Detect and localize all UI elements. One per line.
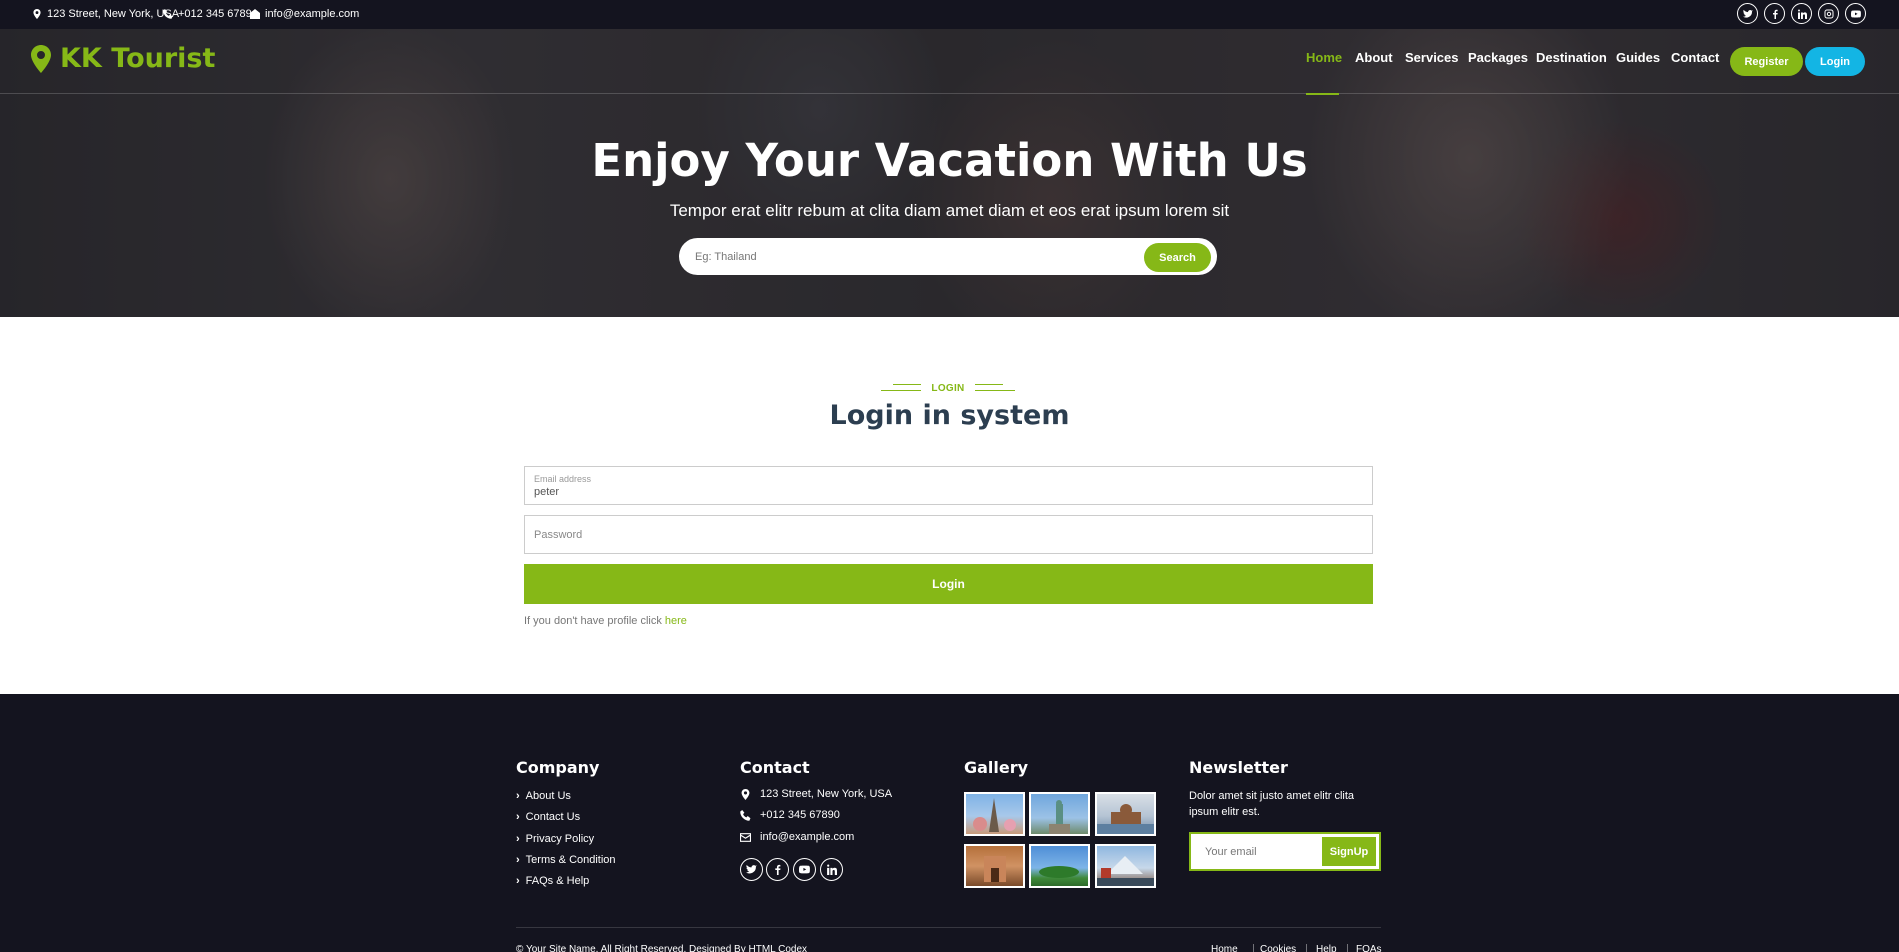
footer-bottom-separator <box>1253 944 1254 952</box>
footer-bottom-separator <box>1306 944 1307 952</box>
gallery-thumb-liberty[interactable] <box>1029 792 1090 836</box>
gallery-thumb-taj[interactable] <box>1095 792 1156 836</box>
map-marker-icon <box>741 788 750 800</box>
brand-logo[interactable]: KK Tourist <box>30 43 215 74</box>
login-title: Login in system <box>829 400 1070 431</box>
top-bar: 123 Street, New York, USA +012 345 6789 … <box>0 0 1899 29</box>
chevron-right-icon: › <box>516 811 520 823</box>
footer-link-privacy[interactable]: › Privacy Policy <box>516 833 594 845</box>
navbar-divider <box>0 93 1899 94</box>
envelope-icon <box>740 832 751 842</box>
hero-subtitle: Tempor erat elitr rebum at clita diam am… <box>669 201 1230 220</box>
password-field[interactable]: Password <box>524 515 1373 554</box>
footer-link-contact[interactable]: › Contact Us <box>516 811 580 823</box>
section-tag: LOGIN <box>880 381 1016 395</box>
destination-search-input[interactable] <box>695 246 1095 268</box>
email-field-label: Email address <box>534 474 592 484</box>
hero-banner: KK Tourist Home About Services Packages … <box>0 29 1899 317</box>
hero-title: Enjoy Your Vacation With Us <box>591 134 1308 187</box>
youtube-icon[interactable] <box>1845 3 1866 24</box>
hero-search-bar: Search <box>679 238 1217 275</box>
footer-address: 123 Street, New York, USA <box>740 788 892 800</box>
newsletter-email-input[interactable] <box>1205 843 1315 861</box>
map-marker-icon <box>33 9 41 19</box>
email-field-value: peter <box>534 486 560 498</box>
footer-link-about[interactable]: › About Us <box>516 790 571 802</box>
footer-email: info@example.com <box>740 831 854 843</box>
footer-bottom-home[interactable]: Home <box>1211 944 1238 952</box>
signup-link[interactable]: here <box>665 615 687 627</box>
chevron-right-icon: › <box>516 790 520 802</box>
facebook-icon[interactable] <box>1764 3 1785 24</box>
footer-bottom-faqs[interactable]: FQAs <box>1356 944 1382 952</box>
footer-bottom-help[interactable]: Help <box>1316 944 1337 952</box>
instagram-icon[interactable] <box>1818 3 1839 24</box>
nav-home[interactable]: Home <box>1306 50 1342 65</box>
footer-phone: +012 345 67890 <box>740 809 840 821</box>
footer-contact-title: Contact <box>740 758 810 777</box>
nav-services[interactable]: Services <box>1405 50 1459 65</box>
topbar-phone: +012 345 6789 <box>163 8 252 20</box>
nav-packages[interactable]: Packages <box>1468 50 1528 65</box>
search-button[interactable]: Search <box>1144 243 1211 272</box>
facebook-icon[interactable] <box>766 858 789 881</box>
email-field[interactable]: Email address peter <box>524 466 1373 505</box>
gallery-thumb-island[interactable] <box>1029 844 1090 888</box>
footer-gallery-title: Gallery <box>964 758 1029 777</box>
page: 123 Street, New York, USA +012 345 6789 … <box>0 0 1899 952</box>
chevron-right-icon: › <box>516 875 520 887</box>
nav-guides[interactable]: Guides <box>1616 50 1660 65</box>
login-nav-button[interactable]: Login <box>1805 47 1865 76</box>
footer-bottom-cookies[interactable]: Cookies <box>1260 944 1296 952</box>
linkedin-icon[interactable] <box>820 858 843 881</box>
footer: Company › About Us › Contact Us › Privacy P… <box>0 694 1899 952</box>
twitter-icon[interactable] <box>740 858 763 881</box>
footer-divider <box>516 927 1381 928</box>
youtube-icon[interactable] <box>793 858 816 881</box>
topbar-address: 123 Street, New York, USA <box>32 8 179 20</box>
gallery-thumb-fuji[interactable] <box>1095 844 1156 888</box>
chevron-right-icon: › <box>516 833 520 845</box>
chevron-right-icon: › <box>516 854 520 866</box>
login-submit-button[interactable]: Login <box>524 564 1373 604</box>
map-marker-icon <box>31 44 51 73</box>
envelope-open-icon <box>250 9 260 19</box>
decor-lines-right <box>974 384 1015 392</box>
nav-about[interactable]: About <box>1355 50 1393 65</box>
signup-hint-text: If you don't have profile click <box>524 615 665 627</box>
nav-destination[interactable]: Destination <box>1536 50 1607 65</box>
gallery-thumb-paris[interactable] <box>964 792 1025 836</box>
footer-link-faqs[interactable]: › FAQs & Help <box>516 875 589 887</box>
register-button[interactable]: Register <box>1730 47 1803 76</box>
gallery-thumb-petra[interactable] <box>964 844 1025 888</box>
footer-bottom-separator <box>1347 944 1348 952</box>
newsletter-signup-button[interactable]: SignUp <box>1322 837 1376 866</box>
password-field-placeholder: Password <box>534 529 583 541</box>
phone-icon <box>163 9 173 19</box>
phone-icon <box>740 809 751 821</box>
nav-active-indicator <box>1306 93 1339 95</box>
section-tag-label: LOGIN <box>931 382 965 394</box>
nav-contact[interactable]: Contact <box>1671 50 1719 65</box>
newsletter-form: SignUp <box>1189 832 1381 871</box>
footer-link-terms[interactable]: › Terms & Condition <box>516 854 616 866</box>
topbar-email: info@example.com <box>250 8 359 20</box>
signup-hint: If you don't have profile click here <box>524 615 687 627</box>
decor-lines-left <box>881 384 922 392</box>
brand-name: KK Tourist <box>60 43 216 74</box>
footer-newsletter-title: Newsletter <box>1189 758 1288 777</box>
linkedin-icon[interactable] <box>1791 3 1812 24</box>
twitter-icon[interactable] <box>1737 3 1758 24</box>
footer-company-title: Company <box>516 758 600 777</box>
newsletter-description: Dolor amet sit justo amet elitr clita ip… <box>1189 790 1355 818</box>
copyright-text: © Your Site Name, All Right Reserved. De… <box>516 944 808 952</box>
